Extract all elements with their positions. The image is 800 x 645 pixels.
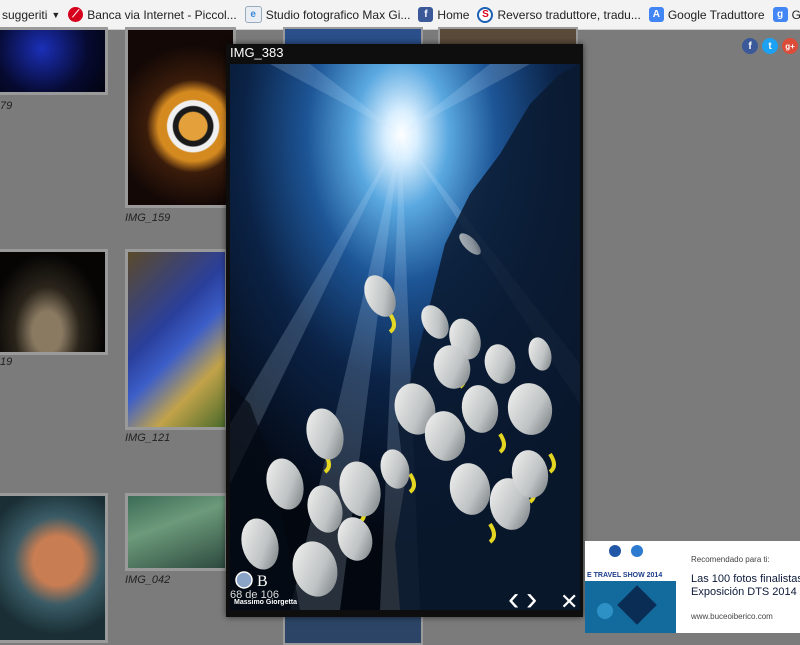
bookmark-google-translate[interactable]: A Google Traduttore (648, 0, 769, 29)
bookmark-label: Google (791, 7, 800, 22)
gallery-thumb[interactable] (125, 493, 228, 571)
thumb-caption: IMG_121 (125, 432, 171, 444)
bookmark-banca[interactable]: ⟋ Banca via Internet - Piccol... (68, 0, 240, 29)
google-icon: g (772, 7, 788, 22)
close-button[interactable]: ✕ (560, 589, 578, 615)
ad-source: www.buceoiberico.com (691, 612, 773, 621)
ad-title-line: Las 100 fotos finalistas (691, 573, 800, 585)
bookmark-google[interactable]: g Google (772, 0, 800, 29)
lightbox-footer: 68 de 106 ‹ › ✕ (226, 582, 583, 619)
gallery-thumb[interactable] (0, 493, 108, 643)
thumb-caption: IMG_159 (125, 212, 171, 224)
svg-text:B: B (257, 573, 268, 590)
bookmark-label: Studio fotografico Max Gi... (265, 7, 411, 22)
bookmark-label: Google Traduttore (667, 7, 765, 22)
next-image-button[interactable]: › (526, 582, 537, 616)
bookmark-studio[interactable]: e Studio fotografico Max Gi... (244, 0, 415, 29)
recommended-ad[interactable]: E TRAVEL SHOW 2014 Recomendado para ti: … (585, 541, 800, 633)
underwater-photo: B Massimo Giorgetta (230, 64, 580, 610)
twitter-icon[interactable]: t (762, 38, 778, 54)
gallery-thumb[interactable] (125, 249, 228, 430)
gallery-thumb[interactable] (283, 615, 423, 645)
gallery-thumb[interactable] (125, 27, 236, 208)
ad-title-line: Exposición DTS 2014 - (691, 586, 800, 598)
google-translate-icon: A (648, 7, 664, 22)
bookmark-reverso[interactable]: S Reverso traduttore, tradu... (477, 0, 644, 29)
facebook-icon[interactable]: f (742, 38, 758, 54)
lightbox-dialog: IMG_383 B Massimo Giorgetta 68 de 106 ‹ … (226, 44, 583, 617)
bookmark-home[interactable]: f Home (418, 0, 473, 29)
social-share: f t g+ (742, 38, 798, 54)
unicredit-icon: ⟋ (68, 7, 84, 22)
bookmark-label: suggeriti (2, 7, 48, 22)
bookmark-label: Home (437, 7, 470, 22)
bookmark-suggested[interactable]: suggeriti ▼ (0, 0, 64, 29)
reverso-icon: S (477, 6, 494, 23)
image-counter: 68 de 106 (230, 589, 279, 601)
bookmarks-bar: suggeriti ▼ ⟋ Banca via Internet - Picco… (0, 0, 800, 30)
thumb-caption: 79 (0, 100, 13, 112)
prev-image-button[interactable]: ‹ (508, 582, 519, 616)
bookmark-label: Reverso traduttore, tradu... (497, 7, 641, 22)
google-plus-icon[interactable]: g+ (782, 38, 798, 54)
gallery-thumb[interactable] (0, 27, 108, 95)
facebook-icon: f (418, 7, 434, 22)
ad-recommended-label: Recomendado para ti: (691, 555, 770, 564)
ad-title[interactable]: Las 100 fotos finalistas Exposición DTS … (691, 573, 800, 599)
thumb-caption: IMG_042 (125, 574, 171, 586)
lightbox-title: IMG_383 (230, 45, 284, 60)
lightbox-photo[interactable]: B Massimo Giorgetta (230, 64, 580, 610)
thumb-caption: 19 (0, 356, 13, 368)
chevron-down-icon: ▼ (51, 9, 61, 20)
ad-thumbnail: E TRAVEL SHOW 2014 (585, 541, 676, 633)
ie-page-icon: e (244, 6, 262, 23)
gallery-thumb[interactable] (0, 249, 108, 355)
ad-banner-text: E TRAVEL SHOW 2014 (587, 572, 662, 579)
bookmark-label: Banca via Internet - Piccol... (87, 7, 237, 22)
